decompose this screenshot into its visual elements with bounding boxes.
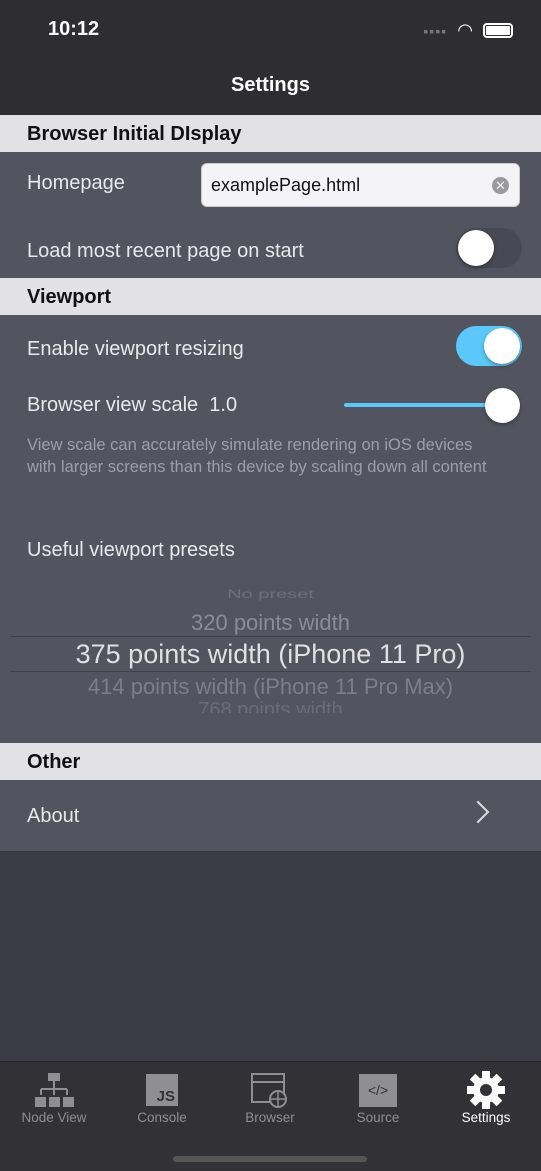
tab-label: Settings xyxy=(461,1110,511,1125)
load-recent-label: Load most recent page on start xyxy=(27,240,304,262)
browser-group: Homepage examplePage.html ✕ Load most rec… xyxy=(0,152,541,278)
resize-label: Enable viewport resizing xyxy=(27,338,244,360)
battery-icon xyxy=(483,23,513,38)
load-recent-toggle[interactable] xyxy=(456,228,522,268)
tab-label: Source xyxy=(356,1110,400,1125)
picker-item-selected[interactable]: 375 points width (iPhone 11 Pro) xyxy=(0,639,541,670)
viewport-group: Enable viewport resizing Browser view sc… xyxy=(0,315,541,743)
signal-icon: ▪▪▪▪ xyxy=(423,22,448,39)
scale-note: View scale can accurately simulate rende… xyxy=(27,436,487,476)
status-icons: ▪▪▪▪ ◠ xyxy=(423,20,513,41)
homepage-value: examplePage.html xyxy=(211,175,361,195)
status-bar: 10:12 ▪▪▪▪ ◠ Settings xyxy=(0,0,541,115)
picker-item[interactable]: 414 points width (iPhone 11 Pro Max) xyxy=(0,674,541,700)
scale-label: Browser view scale 1.0 xyxy=(27,394,238,416)
page-title: Settings xyxy=(231,74,310,96)
homepage-input[interactable]: examplePage.html ✕ xyxy=(201,163,520,207)
tab-label: Console xyxy=(137,1110,187,1125)
section-header-viewport: Viewport xyxy=(0,278,541,315)
code-icon: </> xyxy=(324,1070,432,1110)
homepage-label: Homepage xyxy=(27,172,125,194)
about-label: About xyxy=(27,805,80,827)
about-row[interactable]: About xyxy=(0,780,541,851)
scale-value: 1.0 xyxy=(209,394,238,416)
tab-settings[interactable]: Settings xyxy=(432,1070,540,1125)
wifi-icon: ◠ xyxy=(457,20,473,40)
tab-source[interactable]: </> Source xyxy=(324,1070,432,1125)
tab-browser[interactable]: Browser xyxy=(216,1070,324,1125)
picker-item[interactable]: No preset xyxy=(0,588,541,602)
tab-console[interactable]: JS Console xyxy=(108,1070,216,1125)
scale-slider[interactable] xyxy=(344,403,504,407)
picker-item[interactable]: 768 points width xyxy=(0,699,541,713)
clear-icon[interactable]: ✕ xyxy=(492,177,509,194)
clock: 10:12 xyxy=(48,18,100,40)
home-indicator xyxy=(173,1156,367,1162)
hierarchy-icon xyxy=(0,1070,108,1110)
tab-bar: Node View JS Console Browser </> Source … xyxy=(0,1061,541,1171)
tab-label: Node View xyxy=(21,1110,87,1125)
picker-item[interactable]: 320 points width xyxy=(0,610,541,636)
browser-globe-icon xyxy=(216,1070,324,1110)
presets-label: Useful viewport presets xyxy=(27,539,235,561)
section-header-other: Other xyxy=(0,743,541,780)
resize-toggle[interactable] xyxy=(456,326,522,366)
scale-slider-thumb[interactable] xyxy=(485,388,520,423)
chevron-right-icon xyxy=(466,800,490,824)
js-icon: JS xyxy=(108,1070,216,1110)
tab-label: Browser xyxy=(245,1110,295,1125)
gear-icon xyxy=(432,1070,540,1110)
preset-picker[interactable]: No preset 320 points width 375 points wi… xyxy=(0,583,541,713)
tab-node-view[interactable]: Node View xyxy=(0,1070,108,1125)
section-header-browser: Browser Initial DIsplay xyxy=(0,115,541,152)
